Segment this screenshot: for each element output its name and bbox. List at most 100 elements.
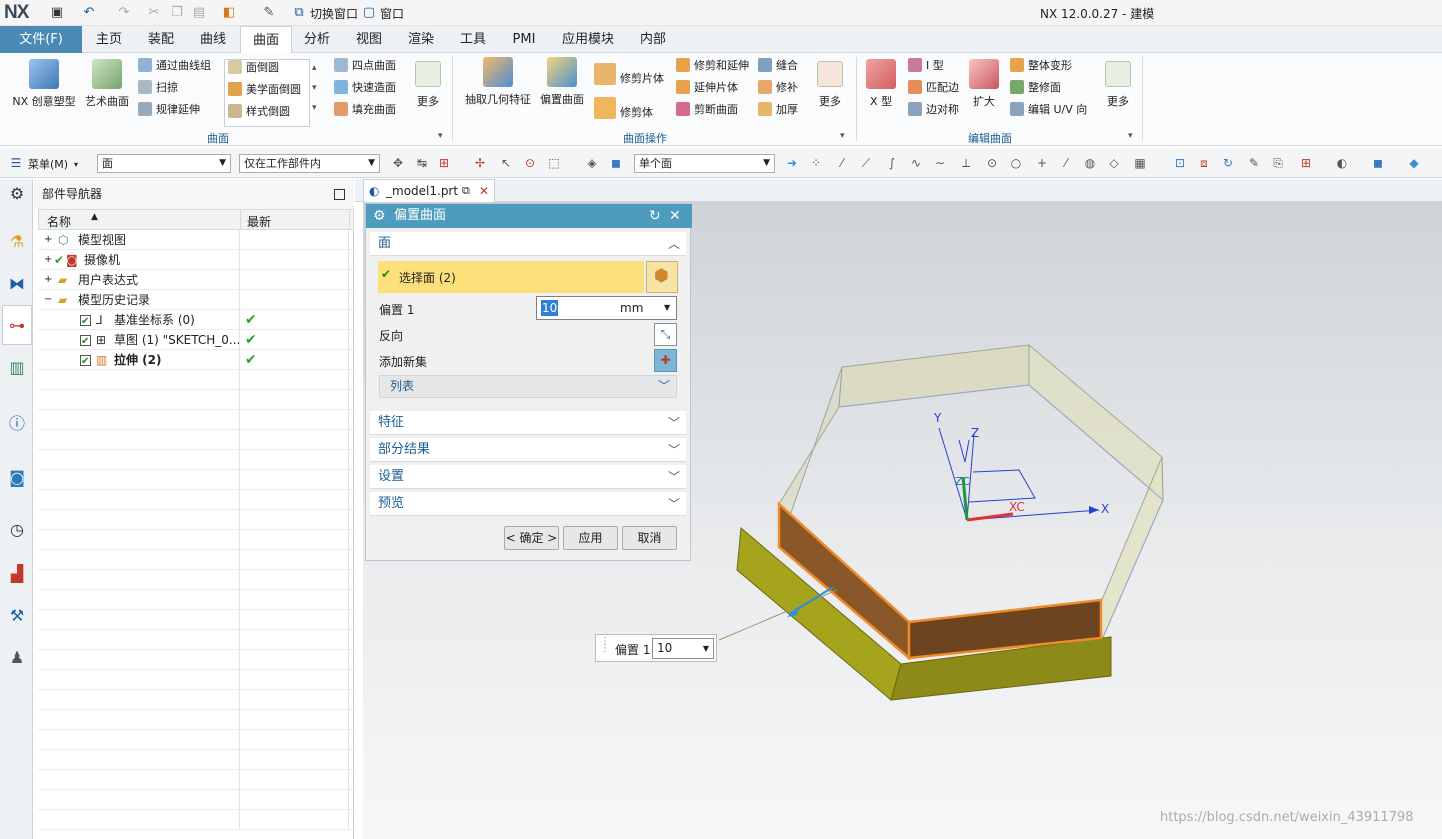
edge-symmetry-button[interactable]: 边对称	[908, 101, 959, 119]
menu-icon[interactable]: ☰	[8, 155, 24, 171]
tree-row-datum-csys[interactable]: ⅃ 基准坐标系 (0) ✔	[38, 310, 354, 332]
global-shaping-button[interactable]: 整体变形	[1010, 57, 1072, 75]
reverse-direction-button[interactable]: ⤡	[654, 323, 677, 346]
cancel-button[interactable]: 取消	[622, 526, 677, 550]
touch-mode-icon[interactable]: ◧	[220, 4, 238, 22]
tab-home[interactable]: 主页	[85, 26, 133, 53]
chevron-down-icon[interactable]: ▼	[703, 639, 709, 658]
ok-button[interactable]: < 确定 >	[504, 526, 559, 550]
extend-sheet-button[interactable]: 延伸片体	[676, 79, 738, 97]
styled-blend-button[interactable]: 样式倒圆	[228, 103, 290, 121]
arrow-right-icon[interactable]: ➜	[784, 155, 800, 171]
render-style-icon[interactable]: ◐	[1334, 155, 1350, 171]
tree-row-extrude[interactable]: ▥ 拉伸 (2) ✔	[38, 350, 354, 372]
trim-body-button[interactable]: 修剪体	[594, 97, 653, 119]
tab-analysis[interactable]: 分析	[293, 26, 341, 53]
part-navigator-icon[interactable]: ⊶	[6, 315, 28, 337]
float-tab-icon[interactable]: ⧉	[462, 180, 470, 202]
web-browser-icon[interactable]: ◙	[6, 467, 28, 489]
studio-surface-button[interactable]: 艺术曲面	[82, 59, 132, 109]
tree-row-model-views[interactable]: + ⬡ 模型视图	[38, 230, 354, 250]
refit-face-button[interactable]: 整修面	[1010, 79, 1061, 97]
switch-window-icon[interactable]: ⧉	[290, 4, 308, 22]
on-curve-snap-icon[interactable]: ⁄	[1058, 155, 1074, 171]
scope-filter-dropdown[interactable]: 仅在工作部件内 ▼	[239, 154, 380, 173]
enlarge-button[interactable]: 扩大	[964, 59, 1004, 109]
orient-view-icon[interactable]: ⊞	[1298, 155, 1314, 171]
copy-icon[interactable]: ❐	[168, 4, 186, 22]
tab-surface[interactable]: 曲面	[240, 26, 292, 53]
offset-value-input[interactable]: 10 mm ▼	[536, 296, 677, 320]
cut-icon[interactable]: ✂	[145, 4, 163, 22]
intersect-snap-icon[interactable]: ⟂	[958, 155, 974, 171]
zoom-icon[interactable]: ⧈	[1196, 155, 1212, 171]
point-snap-icon[interactable]: +	[1034, 155, 1050, 171]
quadrant-snap-icon[interactable]: ○	[1008, 155, 1024, 171]
tree-row-sketch[interactable]: ⊞ 草图 (1) "SKETCH_0... ✔	[38, 330, 354, 352]
window-icon[interactable]: ▢	[360, 4, 378, 22]
patch-button[interactable]: 修补	[758, 79, 798, 97]
rectangle-select-icon[interactable]: ⬚	[546, 155, 562, 171]
deselect-icon[interactable]: ↹	[414, 155, 430, 171]
collapse-icon[interactable]: −	[44, 290, 52, 310]
tab-render[interactable]: 渲染	[397, 26, 445, 53]
match-edge-button[interactable]: 匹配边	[908, 79, 959, 97]
divide-face-button[interactable]: 剪断曲面	[676, 101, 738, 119]
tree-row-model-history[interactable]: − ▰ 模型历史记录	[38, 290, 354, 310]
expand-icon[interactable]: +	[44, 270, 52, 290]
tab-curve[interactable]: 曲线	[189, 26, 237, 53]
fill-surface-button[interactable]: 填充曲面	[334, 101, 396, 119]
body-select-icon[interactable]: ◼	[608, 155, 624, 171]
process-studio-icon[interactable]: ⚒	[6, 605, 28, 627]
gallery-scroll-icon[interactable]: ▴ ▾ ▾	[312, 63, 317, 113]
reuse-library-icon[interactable]: ▥	[6, 357, 28, 379]
select-face-row[interactable]: ✔ 选择面 (2)	[378, 261, 644, 293]
four-point-surface-button[interactable]: 四点曲面	[334, 57, 396, 75]
section-face-header[interactable]: 面 ︿	[370, 232, 686, 256]
solid-select-icon[interactable]: ◈	[584, 155, 600, 171]
column-latest[interactable]: 最新	[247, 213, 271, 230]
law-extension-button[interactable]: 规律延伸	[138, 101, 200, 119]
file-menu[interactable]: 文件(F)	[0, 26, 82, 53]
x-form-button[interactable]: X 型	[862, 59, 900, 109]
tab-application[interactable]: 应用模块	[553, 26, 623, 53]
edit-uv-direction-button[interactable]: 编辑 U/V 向	[1010, 101, 1087, 119]
paste-icon[interactable]: ▤	[190, 4, 208, 22]
snap-icon[interactable]: ✢	[472, 155, 488, 171]
extract-geometry-button[interactable]: 抽取几何特征	[460, 57, 536, 107]
sew-button[interactable]: 缝合	[758, 57, 798, 75]
bounded-snap-icon[interactable]: ◇	[1106, 155, 1122, 171]
rapid-surfacing-button[interactable]: 快速造面	[334, 79, 396, 97]
group-expand-icon[interactable]: ▾	[840, 131, 845, 141]
visibility-checkbox[interactable]	[80, 332, 91, 352]
unit-label[interactable]: mm	[620, 297, 643, 319]
repeat-command-icon[interactable]: ✎	[260, 4, 278, 22]
history-icon[interactable]: ◷	[6, 519, 28, 541]
tangent-snap-icon[interactable]: ∼	[932, 155, 948, 171]
grid-snap-icon[interactable]: ▦	[1132, 155, 1148, 171]
maximize-icon[interactable]	[334, 189, 345, 200]
gear-icon[interactable]: ⚙	[6, 183, 28, 205]
trimmed-sheet-button[interactable]: 修剪片体	[594, 63, 664, 85]
add-new-set-button[interactable]: ✚	[654, 349, 677, 372]
more-button-1[interactable]: 更多	[412, 61, 444, 113]
section-partial-results-header[interactable]: 部分结果 ﹀	[370, 438, 686, 462]
thicken-button[interactable]: 加厚	[758, 101, 798, 119]
face-blend-button[interactable]: 面倒圆	[228, 59, 279, 77]
layer-icon[interactable]: ◆	[1406, 155, 1422, 171]
select-all-icon[interactable]: ⊞	[436, 155, 452, 171]
document-tab[interactable]: ◐ _model1.prt ⧉ ✕	[363, 179, 495, 202]
list-expander[interactable]: 列表 ﹀	[379, 375, 677, 398]
section-feature-header[interactable]: 特征 ﹀	[370, 411, 686, 435]
aesthetic-face-blend-button[interactable]: 美学面倒圆	[228, 81, 301, 99]
save-icon[interactable]: ▣	[48, 4, 66, 22]
fit-icon[interactable]: ⊡	[1172, 155, 1188, 171]
arc-snap-icon[interactable]: ∫	[884, 155, 900, 171]
line-snap-icon[interactable]: ⁄	[834, 155, 850, 171]
swept-button[interactable]: 扫掠	[138, 79, 178, 97]
pick-icon[interactable]: ↖	[498, 155, 514, 171]
filter-icon[interactable]: ✥	[390, 155, 406, 171]
tab-pmi[interactable]: PMI	[501, 26, 547, 53]
expand-icon[interactable]: +	[44, 230, 52, 250]
chevron-down-icon[interactable]: ▼	[664, 297, 670, 319]
